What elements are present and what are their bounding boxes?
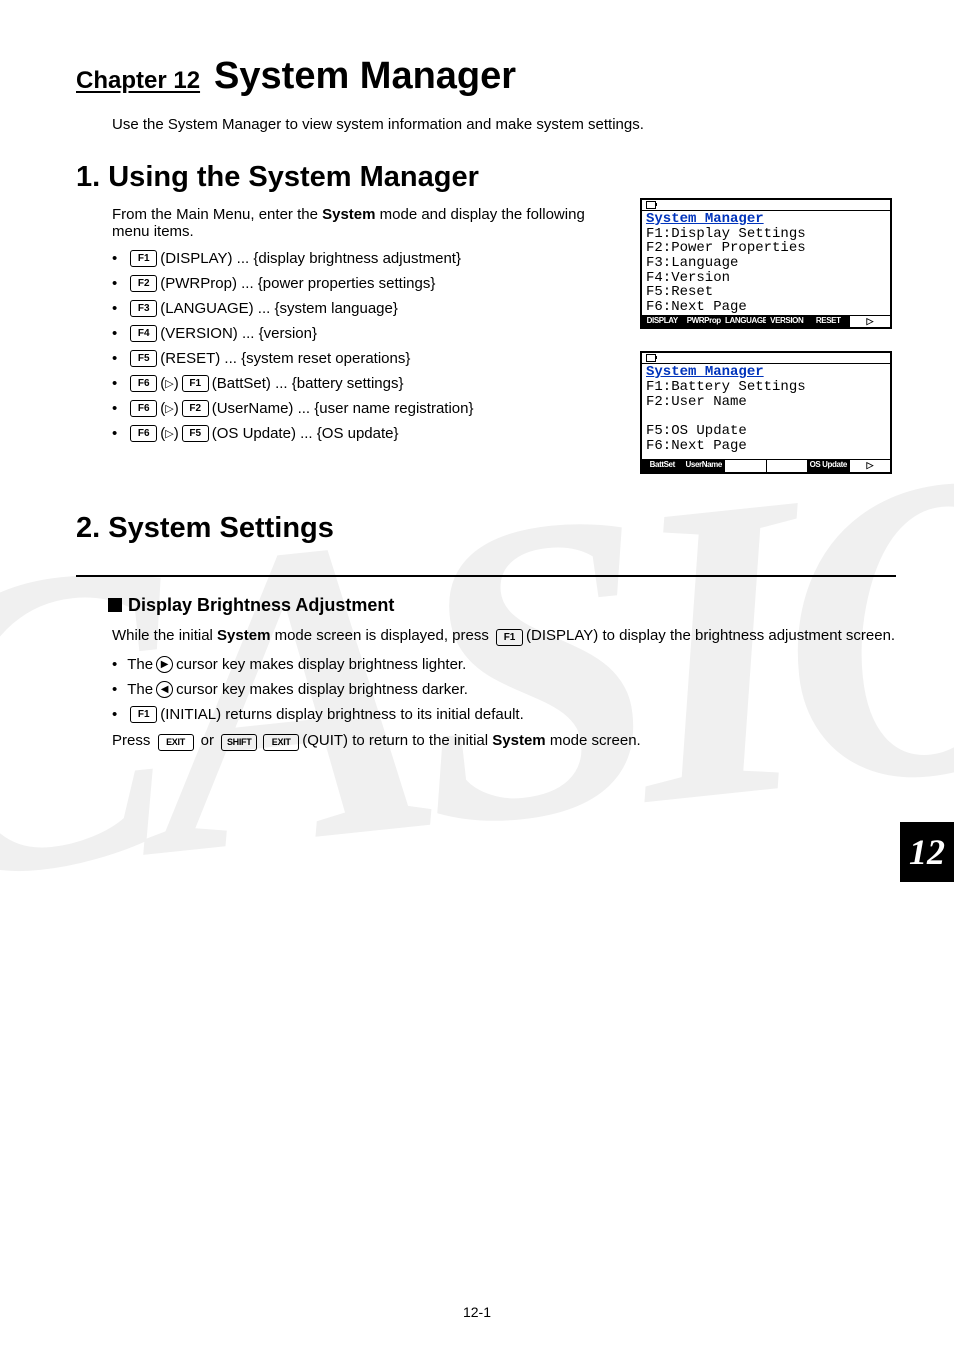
soft-key-tabs: BattSet UserName OS Update ▷ bbox=[642, 459, 890, 471]
key-f1: F1 bbox=[130, 250, 157, 267]
key-shift: SHIFT bbox=[221, 734, 257, 751]
tab: BattSet bbox=[642, 460, 684, 471]
battery-icon bbox=[646, 354, 656, 362]
tab-next-icon: ▷ bbox=[850, 460, 891, 471]
screen-line: F2:Power Properties bbox=[646, 241, 886, 256]
list-item: F6(▷)F1(BattSet) ... {battery settings} bbox=[112, 375, 620, 392]
bullet-list: The ▶ cursor key makes display brightnes… bbox=[112, 656, 896, 723]
key-f1: F1 bbox=[130, 706, 157, 723]
cursor-right-icon: ▶ bbox=[156, 656, 173, 673]
key-f1: F1 bbox=[182, 375, 209, 392]
tab: LANGUAGE bbox=[725, 316, 767, 327]
tab: RESET bbox=[808, 316, 850, 327]
tab: VERSION bbox=[767, 316, 809, 327]
section-1-title: 1. Using the System Manager bbox=[76, 161, 896, 194]
calculator-screen-2: System Manager F1:Battery Settings F2:Us… bbox=[640, 351, 892, 473]
section-2-title: 2. System Settings bbox=[76, 512, 896, 545]
cursor-left-icon: ◀ bbox=[156, 681, 173, 698]
tab-next-icon: ▷ bbox=[850, 316, 891, 327]
tab-empty bbox=[767, 460, 809, 471]
list-item: The ▶ cursor key makes display brightnes… bbox=[112, 656, 896, 673]
soft-key-tabs: DISPLAY PWRProp LANGUAGE VERSION RESET ▷ bbox=[642, 315, 890, 327]
key-f3: F3 bbox=[130, 300, 157, 317]
triangle-right-icon: ▷ bbox=[165, 402, 173, 415]
screen-line: F4:Version bbox=[646, 271, 886, 286]
list-item: F6(▷)F2(UserName) ... {user name registr… bbox=[112, 400, 620, 417]
tab-empty bbox=[725, 460, 767, 471]
screen-line: F5:OS Update bbox=[646, 424, 886, 439]
key-f2: F2 bbox=[182, 400, 209, 417]
key-f4: F4 bbox=[130, 325, 157, 342]
list-item: F3(LANGUAGE) ... {system language} bbox=[112, 300, 620, 317]
battery-icon bbox=[646, 201, 656, 209]
list-item: F4(VERSION) ... {version} bbox=[112, 325, 620, 342]
key-f6: F6 bbox=[130, 375, 157, 392]
list-item: F2(PWRProp) ... {power properties settin… bbox=[112, 275, 620, 292]
list-item: F1(INITIAL) returns display brightness t… bbox=[112, 706, 896, 723]
page-number: 12-1 bbox=[0, 1304, 954, 1320]
screen-line: F6:Next Page bbox=[646, 300, 886, 315]
chapter-title: System Manager bbox=[214, 55, 516, 98]
list-item: F1(DISPLAY) ... {display brightness adju… bbox=[112, 250, 620, 267]
list-item: F5(RESET) ... {system reset operations} bbox=[112, 350, 620, 367]
menu-item-list: F1(DISPLAY) ... {display brightness adju… bbox=[112, 250, 620, 442]
chapter-tab: 12 bbox=[900, 822, 954, 882]
triangle-right-icon: ▷ bbox=[165, 377, 173, 390]
tab: OS Update bbox=[808, 460, 850, 471]
section-1-intro: From the Main Menu, enter the System mod… bbox=[112, 206, 620, 240]
key-f6: F6 bbox=[130, 400, 157, 417]
paragraph: Press EXIT or SHIFTEXIT(QUIT) to return … bbox=[112, 731, 896, 751]
screen-line: F1:Battery Settings bbox=[646, 380, 886, 395]
paragraph: While the initial System mode screen is … bbox=[112, 626, 896, 647]
key-exit: EXIT bbox=[263, 734, 299, 751]
subsection-heading: Display Brightness Adjustment bbox=[108, 595, 896, 616]
calculator-screen-1: System Manager F1:Display Settings F2:Po… bbox=[640, 198, 892, 329]
triangle-right-icon: ▷ bbox=[165, 427, 173, 440]
screen-line: F1:Display Settings bbox=[646, 227, 886, 242]
chapter-heading: Chapter 12 System Manager bbox=[76, 55, 896, 98]
key-f2: F2 bbox=[130, 275, 157, 292]
tab: DISPLAY bbox=[642, 316, 684, 327]
screen-title: System Manager bbox=[646, 364, 764, 380]
square-bullet-icon bbox=[108, 598, 122, 612]
screen-line bbox=[646, 409, 886, 424]
tab: PWRProp bbox=[684, 316, 726, 327]
key-f1: F1 bbox=[496, 629, 523, 646]
screen-title: System Manager bbox=[646, 211, 764, 227]
screen-line: F6:Next Page bbox=[646, 439, 886, 454]
key-f5: F5 bbox=[130, 350, 157, 367]
tab: UserName bbox=[684, 460, 726, 471]
screen-line: F2:User Name bbox=[646, 395, 886, 410]
key-f5: F5 bbox=[182, 425, 209, 442]
screen-line: F3:Language bbox=[646, 256, 886, 271]
screen-line: F5:Reset bbox=[646, 285, 886, 300]
list-item: The ◀ cursor key makes display brightnes… bbox=[112, 681, 896, 698]
chapter-intro: Use the System Manager to view system in… bbox=[112, 116, 896, 133]
chapter-label: Chapter 12 bbox=[76, 67, 200, 95]
key-f6: F6 bbox=[130, 425, 157, 442]
key-exit: EXIT bbox=[158, 734, 194, 751]
list-item: F6(▷)F5(OS Update) ... {OS update} bbox=[112, 425, 620, 442]
divider bbox=[76, 575, 896, 577]
